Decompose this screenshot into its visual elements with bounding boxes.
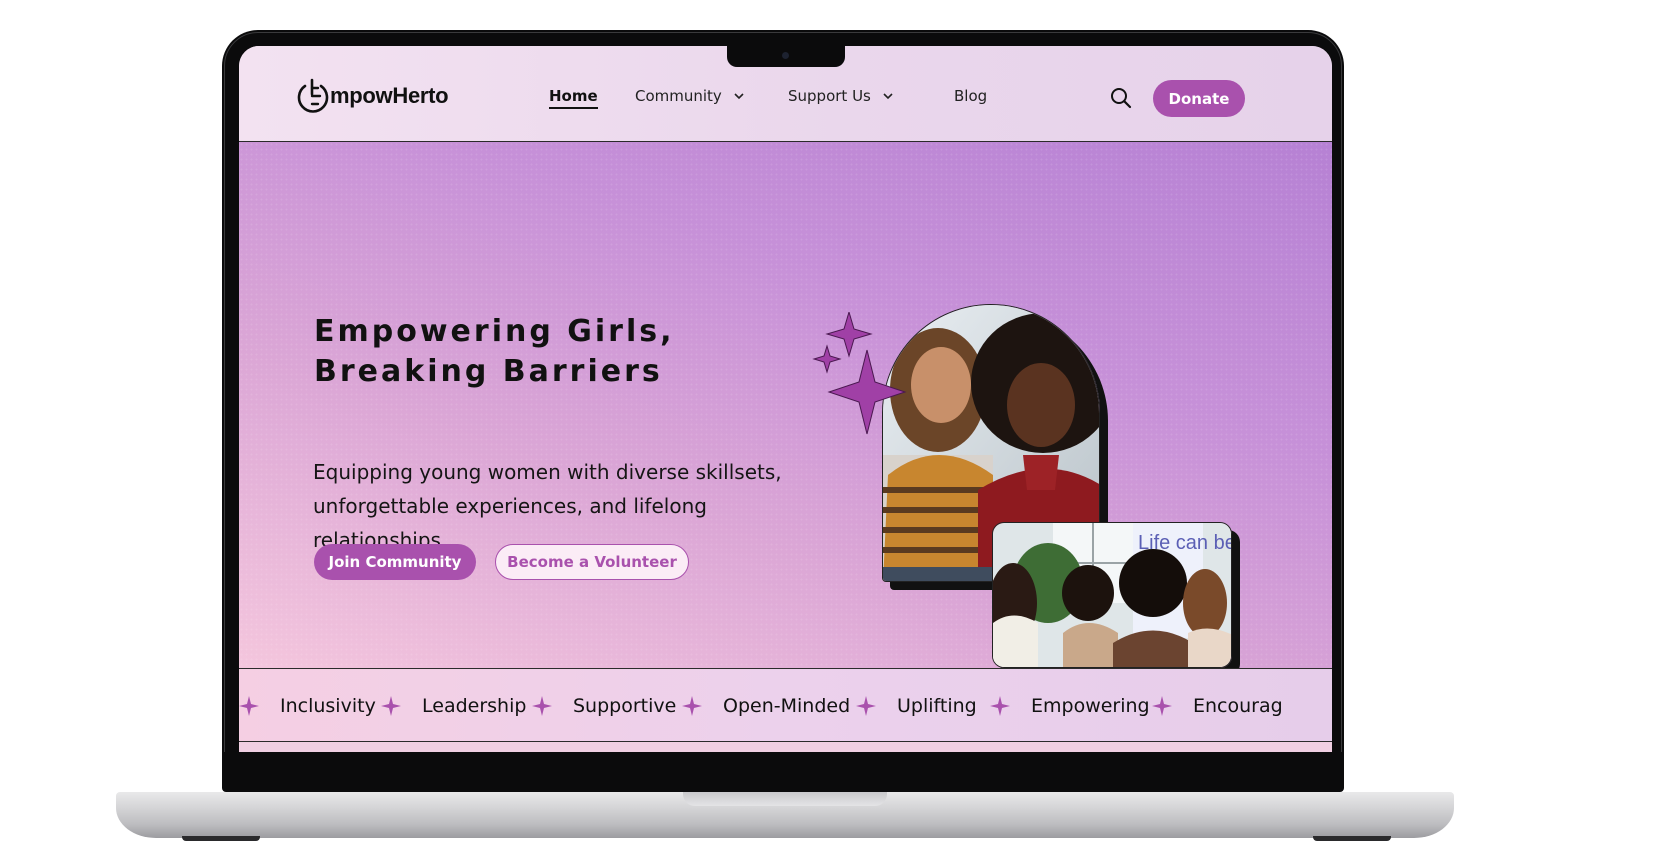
nav-support-us[interactable]: Support Us bbox=[788, 87, 895, 105]
value-word: Encourag bbox=[1193, 695, 1283, 717]
sparkle-icon bbox=[239, 696, 259, 716]
nav-support-us-label: Support Us bbox=[788, 87, 871, 105]
laptop-opening-notch bbox=[683, 792, 887, 806]
sparkle-icon bbox=[1152, 696, 1172, 716]
nav-blog-label: Blog bbox=[954, 87, 988, 105]
sparkle-icon bbox=[532, 696, 552, 716]
chevron-down-icon bbox=[734, 93, 744, 100]
hero-title: Empowering Girls, Breaking Barriers bbox=[314, 312, 675, 392]
nav-home-label: Home bbox=[549, 87, 598, 109]
sparkle-icon bbox=[682, 696, 702, 716]
values-marquee: Inclusivity Leadership Supportive Open-Mind… bbox=[239, 668, 1332, 742]
value-word: Open-Minded bbox=[723, 695, 851, 717]
value-word: Supportive bbox=[573, 695, 677, 717]
laptop-screen: mpowHerto Home Community Support Us Blog bbox=[239, 46, 1332, 752]
become-volunteer-button[interactable]: Become a Volunteer bbox=[495, 544, 689, 580]
laptop-chin bbox=[222, 752, 1344, 792]
sparkle-icon bbox=[381, 696, 401, 716]
value-word: Empowering bbox=[1031, 695, 1150, 717]
search-icon[interactable] bbox=[1109, 86, 1133, 110]
sparkle-icon bbox=[990, 696, 1010, 716]
sparkle-icon bbox=[856, 696, 876, 716]
chevron-down-icon bbox=[883, 93, 893, 100]
value-word: Inclusivity bbox=[280, 695, 376, 717]
hero-subtitle: Equipping young women with diverse skill… bbox=[313, 460, 782, 552]
nav-community-label: Community bbox=[635, 87, 722, 105]
hero-title-line-1: Empowering Girls, bbox=[314, 314, 675, 349]
value-word: Leadership bbox=[422, 695, 527, 717]
join-community-button[interactable]: Join Community bbox=[314, 544, 476, 580]
sparkles-decoration-icon bbox=[812, 312, 907, 435]
donate-button[interactable]: Donate bbox=[1153, 80, 1245, 117]
hero-section: Empowering Girls, Breaking Barriers Equi… bbox=[239, 142, 1332, 668]
camera-notch bbox=[727, 46, 845, 67]
laptop-mockup: mpowHerto Home Community Support Us Blog bbox=[0, 0, 1660, 852]
photo-women-gathering: Life can be weird bbox=[993, 523, 1231, 667]
hero-photo-group-meeting: Life can be weird bbox=[992, 522, 1232, 668]
hero-title-line-2: Breaking Barriers bbox=[314, 354, 663, 389]
camera-icon bbox=[782, 52, 789, 59]
nav-home[interactable]: Home bbox=[549, 87, 598, 109]
nav-community[interactable]: Community bbox=[635, 87, 746, 105]
laptop-foot-left bbox=[182, 836, 260, 841]
nav-blog[interactable]: Blog bbox=[954, 87, 987, 105]
laptop-foot-right bbox=[1313, 836, 1391, 841]
value-word: Uplifting bbox=[897, 695, 977, 717]
next-section-edge bbox=[239, 742, 1332, 752]
